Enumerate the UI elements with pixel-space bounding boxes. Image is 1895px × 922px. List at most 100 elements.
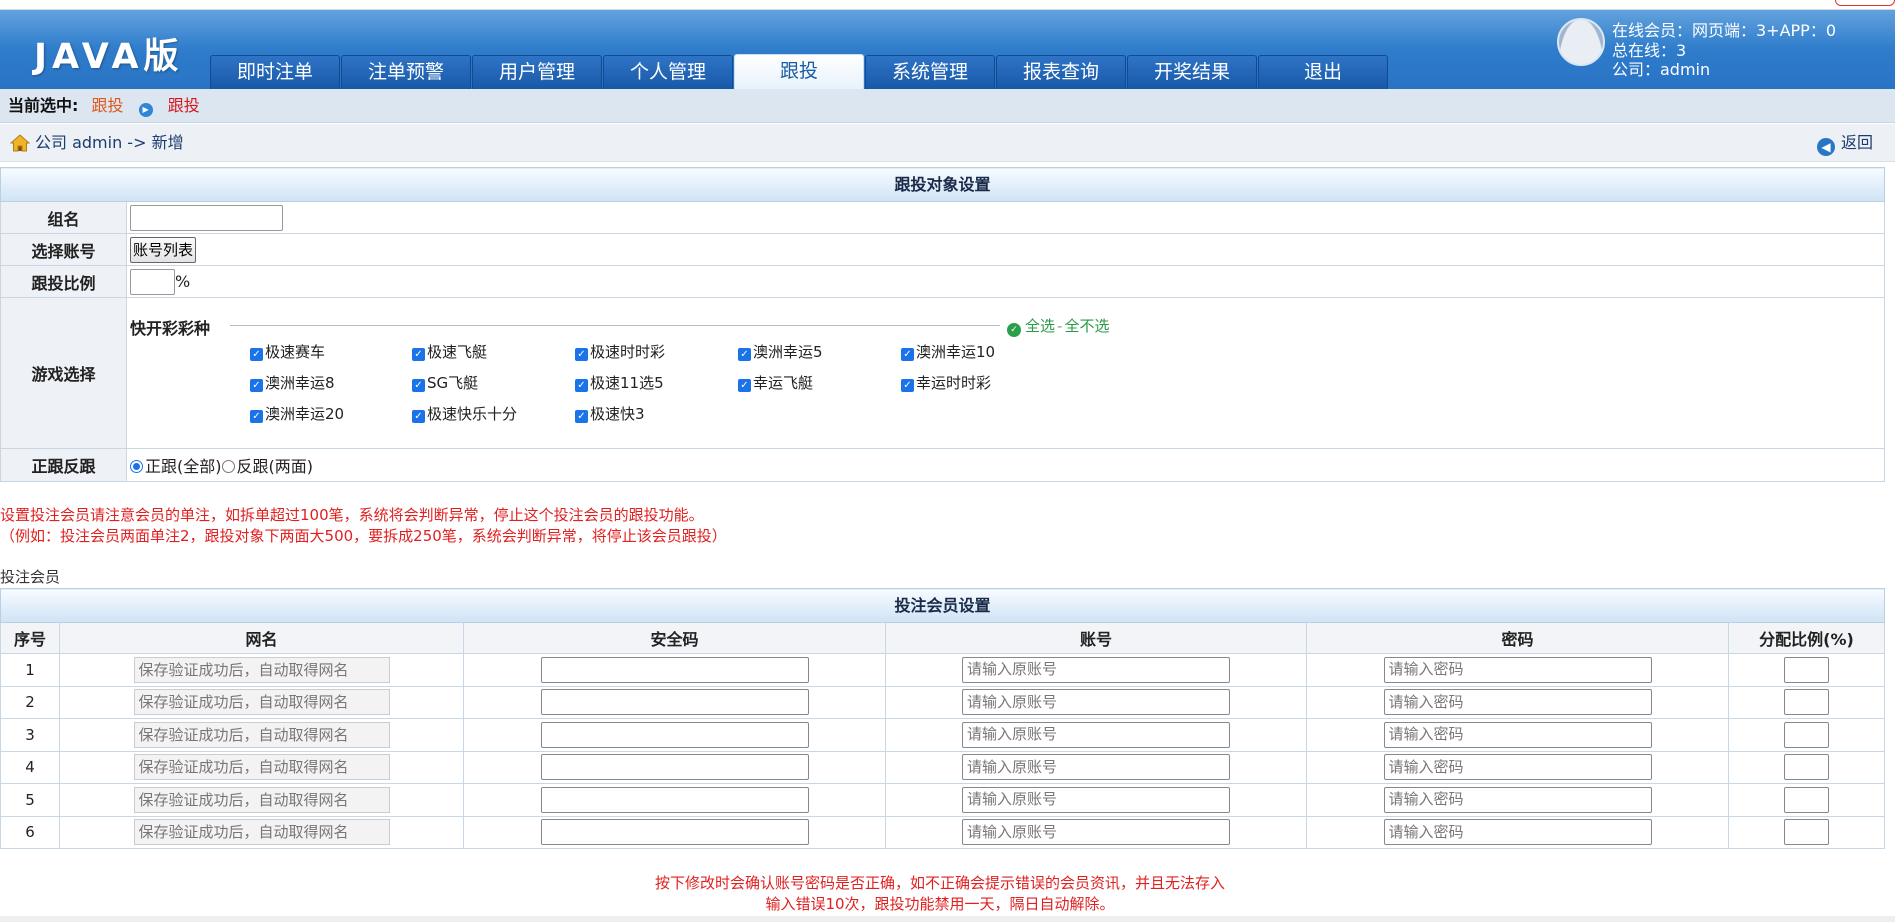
password-input[interactable] [1383, 754, 1652, 781]
game-option[interactable]: ✓ 极速赛车 [250, 341, 325, 362]
game-option[interactable]: ✓ SG飞艇 [412, 372, 478, 393]
game-option-label: 极速11选5 [590, 374, 664, 392]
col-index: 序号 [0, 622, 60, 654]
security-code-input[interactable] [540, 689, 809, 716]
game-option[interactable]: ✓ 极速飞艇 [412, 341, 487, 362]
game-option[interactable]: ✓ 幸运飞艇 [738, 372, 813, 393]
ratio-input[interactable] [1784, 721, 1829, 748]
game-option[interactable]: ✓ 幸运时时彩 [901, 372, 991, 393]
account-input[interactable] [962, 689, 1230, 716]
direction-option[interactable]: 反跟(两面) [221, 457, 314, 476]
follow-ratio-input[interactable] [130, 268, 175, 295]
tab-6[interactable]: 报表查询 [996, 55, 1126, 89]
game-option[interactable]: ✓ 澳洲幸运20 [250, 403, 344, 424]
tab-1[interactable]: 注单预警 [341, 55, 471, 89]
security-code-input[interactable] [540, 754, 809, 781]
account-cell [885, 685, 1307, 719]
checkbox-checked-icon[interactable]: ✓ [575, 348, 588, 361]
table-row: 6 保存验证成功后，自动取得网名 [0, 815, 1885, 849]
crumb-second[interactable]: 跟投 [168, 96, 200, 115]
game-option[interactable]: ✓ 极速11选5 [575, 372, 664, 393]
game-option[interactable]: ✓ 澳洲幸运8 [250, 372, 335, 393]
security-code-input[interactable] [540, 819, 809, 846]
tab-4[interactable]: 跟投 [734, 54, 864, 89]
direction-option-label: 反跟(两面) [236, 457, 314, 476]
tab-8[interactable]: 退出 [1258, 55, 1388, 89]
game-option-label: 澳洲幸运20 [265, 405, 345, 423]
account-input[interactable] [962, 754, 1230, 781]
select-none-link[interactable]: 全不选 [1064, 317, 1109, 335]
password-input[interactable] [1383, 819, 1652, 846]
app-header: JAVA版 即时注单 注单预警 用户管理 个人管理 跟投 系统管理 报表查询 开奖结果 退出 在… [0, 10, 1895, 89]
game-option[interactable]: ✓ 极速快乐十分 [412, 403, 517, 424]
check-circle-icon: ✓ [1007, 323, 1021, 337]
game-option[interactable]: ✓ 澳洲幸运10 [901, 341, 995, 362]
account-list-button[interactable]: 账号列表 [130, 236, 197, 263]
security-code-input[interactable] [540, 721, 809, 748]
checkbox-checked-icon[interactable]: ✓ [412, 379, 425, 392]
warning-top-line1: 设置投注会员请注意会员的单注，如拆单超过100笔，系统将会判断异常，停止这个投注… [0, 506, 704, 524]
current-selection-bar: 当前选中: 跟投 ▶ 跟投 [0, 89, 1895, 123]
account-input[interactable] [962, 786, 1230, 813]
back-button[interactable]: ◀ 返回 [1816, 124, 1873, 162]
category-divider [230, 325, 1000, 326]
game-option-label: 澳洲幸运5 [753, 343, 823, 361]
checkbox-checked-icon[interactable]: ✓ [575, 379, 588, 392]
direction-option-label: 正跟(全部) [145, 457, 222, 476]
tab-5[interactable]: 系统管理 [865, 55, 995, 89]
checkbox-checked-icon[interactable]: ✓ [575, 410, 588, 423]
tab-0[interactable]: 即时注单 [210, 55, 340, 89]
password-input[interactable] [1383, 689, 1652, 716]
password-cell [1306, 815, 1729, 849]
account-input[interactable] [962, 721, 1230, 748]
game-option[interactable]: ✓ 极速快3 [575, 403, 645, 424]
password-cell [1306, 750, 1729, 784]
ratio-input[interactable] [1784, 656, 1829, 683]
radio-button[interactable] [221, 460, 235, 473]
checkbox-checked-icon[interactable]: ✓ [901, 379, 914, 392]
account-cell [885, 815, 1307, 849]
checkbox-checked-icon[interactable]: ✓ [412, 348, 425, 361]
tab-7[interactable]: 开奖结果 [1127, 55, 1257, 89]
password-input[interactable] [1383, 786, 1652, 813]
select-all-link[interactable]: 全选 [1025, 317, 1055, 335]
password-cell [1306, 783, 1729, 817]
row-index: 2 [0, 685, 60, 719]
tab-2[interactable]: 用户管理 [472, 55, 602, 89]
direction-option[interactable]: 正跟(全部) [130, 457, 222, 476]
members-section-label: 投注会员 [0, 568, 61, 586]
checkbox-checked-icon[interactable]: ✓ [901, 348, 914, 361]
ratio-input[interactable] [1784, 689, 1829, 716]
ratio-input[interactable] [1784, 786, 1829, 813]
crumb-first[interactable]: 跟投 [92, 96, 124, 115]
game-option[interactable]: ✓ 澳洲幸运5 [738, 341, 823, 362]
checkbox-checked-icon[interactable]: ✓ [250, 379, 263, 392]
checkbox-checked-icon[interactable]: ✓ [250, 410, 263, 423]
game-option-label: 极速赛车 [265, 343, 326, 361]
game-option[interactable]: ✓ 极速时时彩 [575, 341, 665, 362]
home-icon[interactable] [10, 134, 30, 152]
group-name-input[interactable] [130, 204, 283, 231]
account-input[interactable] [962, 819, 1230, 846]
checkbox-checked-icon[interactable]: ✓ [738, 379, 751, 392]
ratio-input[interactable] [1784, 819, 1829, 846]
back-label: 返回 [1840, 133, 1873, 152]
ratio-input[interactable] [1784, 754, 1829, 781]
nickname-field: 保存验证成功后，自动取得网名 [133, 721, 390, 748]
table-row: 5 保存验证成功后，自动取得网名 [0, 783, 1885, 817]
password-input[interactable] [1383, 656, 1652, 683]
table-row: 1 保存验证成功后，自动取得网名 [0, 653, 1885, 687]
checkbox-checked-icon[interactable]: ✓ [412, 410, 425, 423]
game-option-label: 极速时时彩 [590, 343, 666, 361]
radio-button[interactable] [130, 460, 143, 473]
checkbox-checked-icon[interactable]: ✓ [250, 348, 263, 361]
security-code-input[interactable] [540, 656, 809, 683]
password-input[interactable] [1383, 721, 1652, 748]
security-code-input[interactable] [540, 786, 809, 813]
game-select-label: 游戏选择 [0, 297, 127, 449]
window-control [1835, 0, 1895, 6]
tab-3[interactable]: 个人管理 [603, 55, 733, 89]
checkbox-checked-icon[interactable]: ✓ [738, 348, 751, 361]
nickname-cell: 保存验证成功后，自动取得网名 [59, 783, 464, 817]
account-input[interactable] [962, 656, 1230, 683]
